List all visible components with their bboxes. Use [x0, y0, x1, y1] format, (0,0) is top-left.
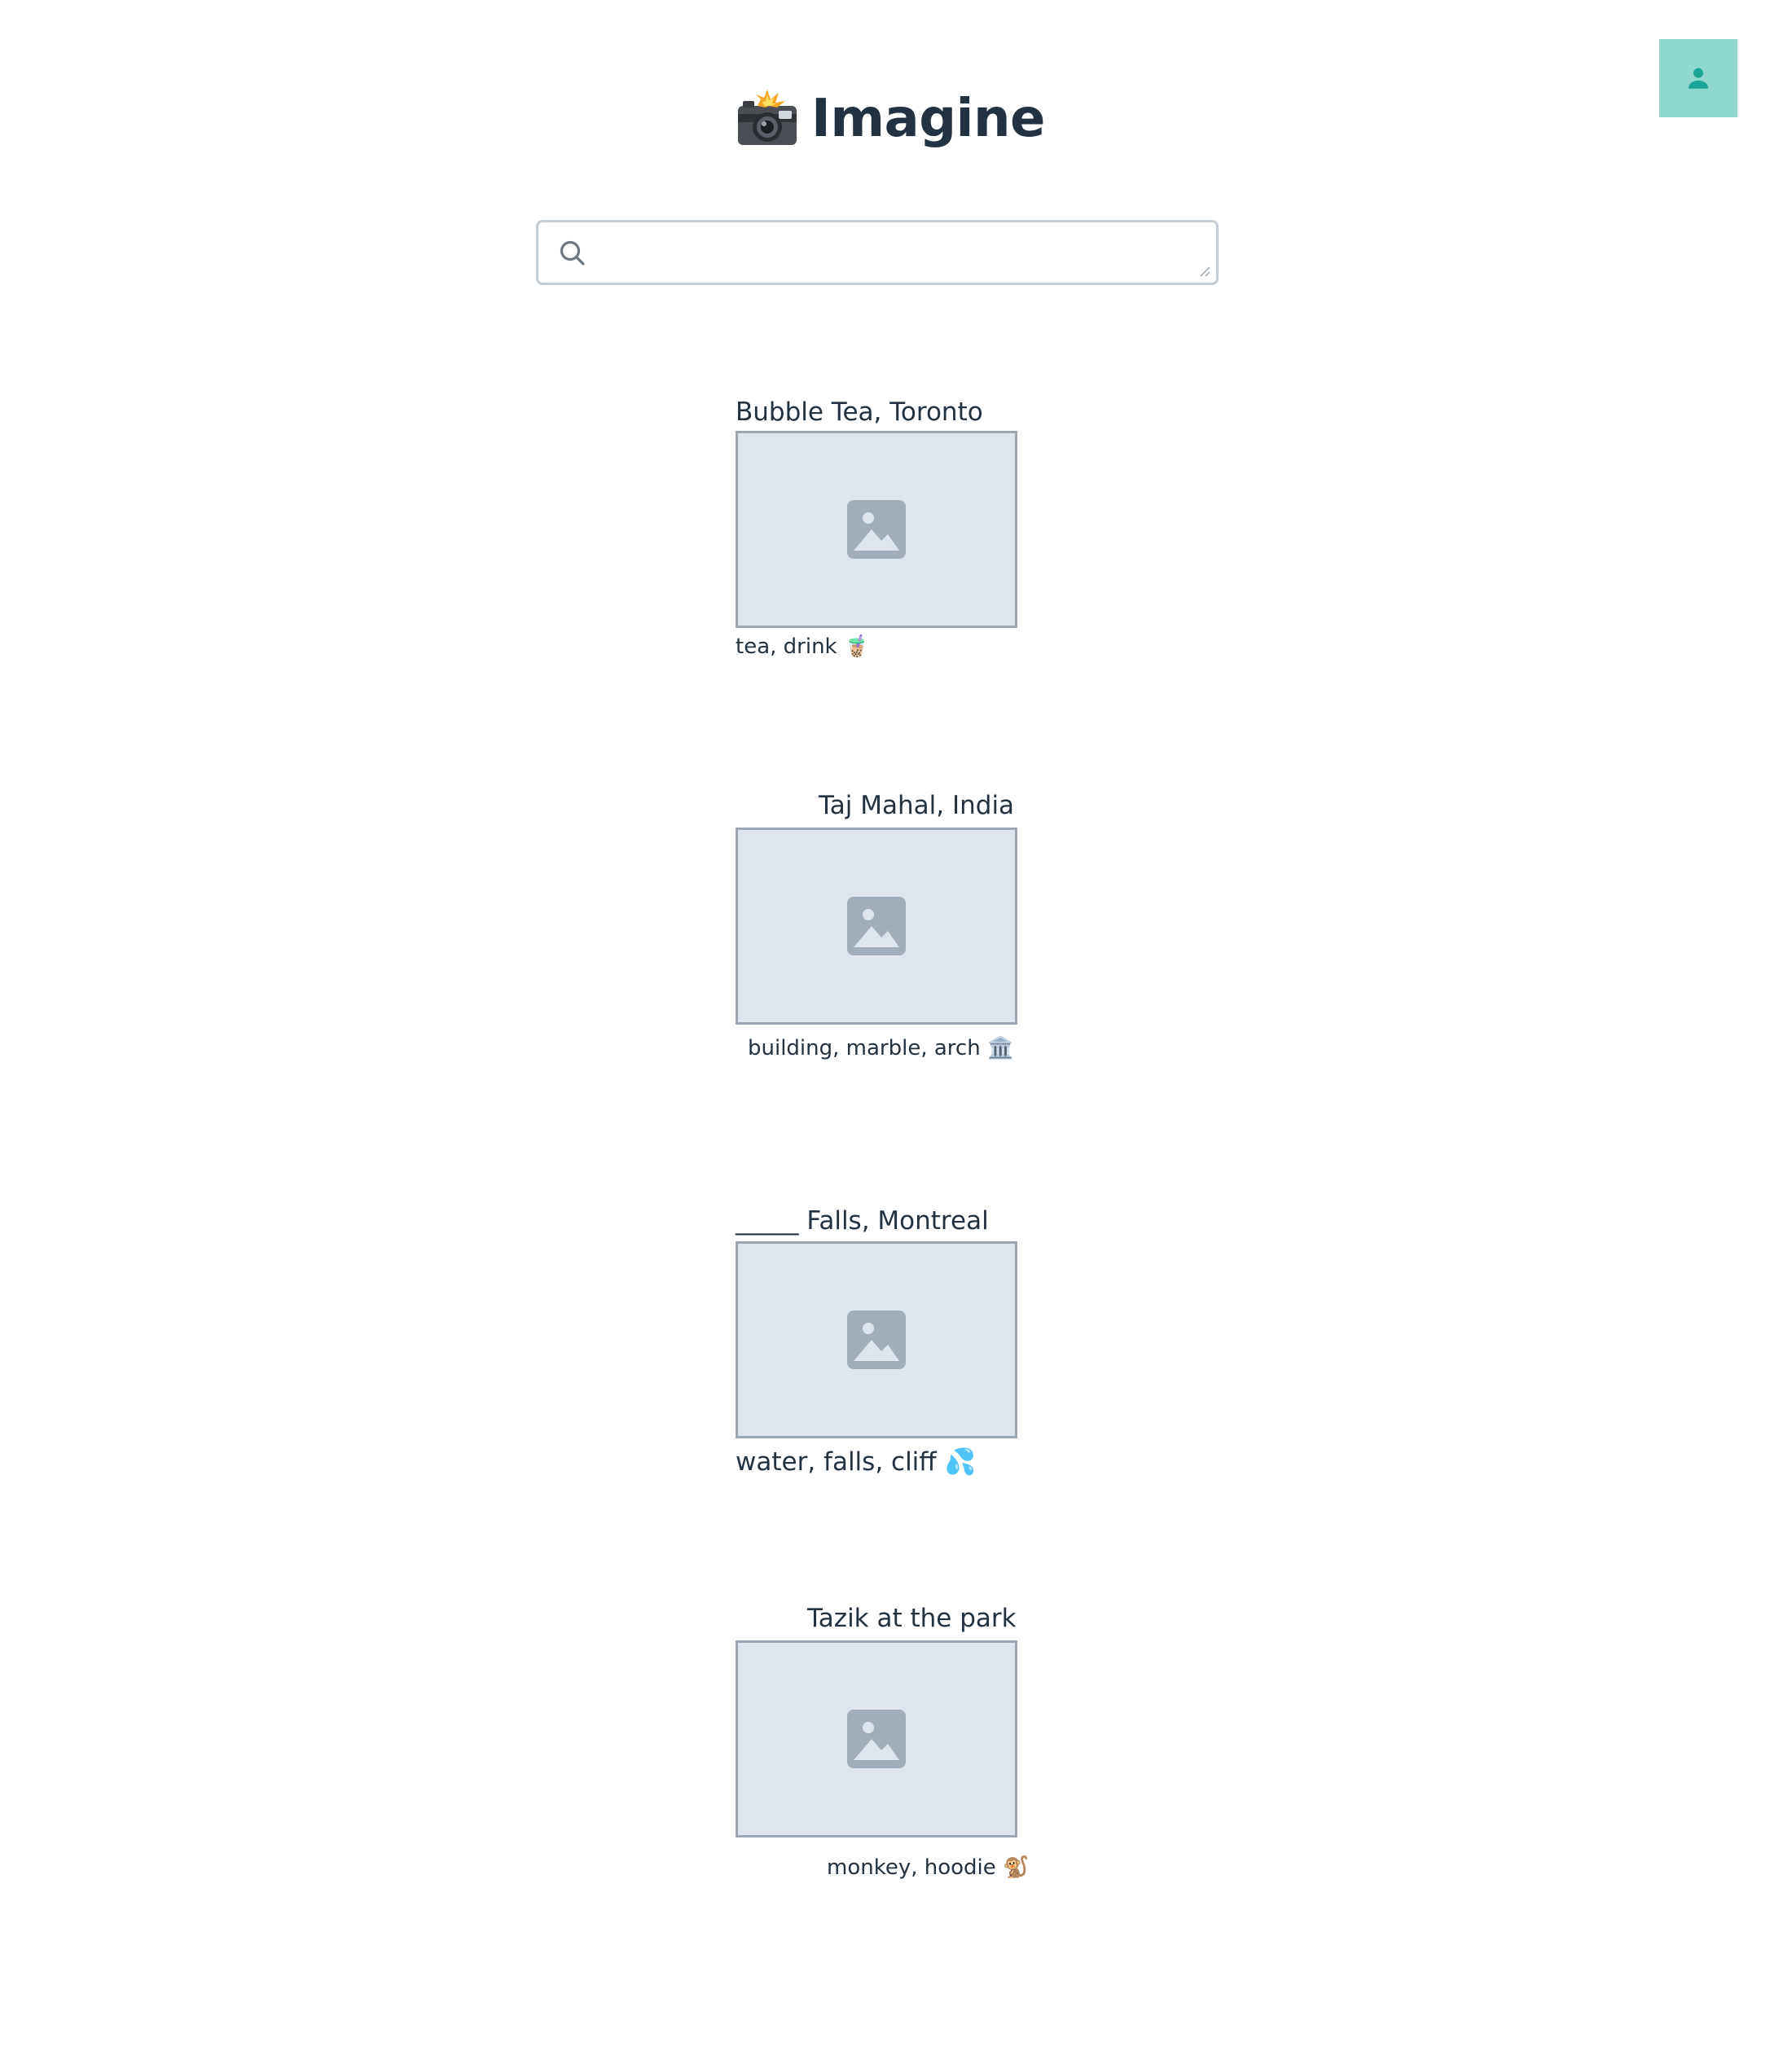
post-title: Bubble Tea, Toronto — [736, 397, 983, 427]
search-input[interactable] — [600, 222, 1171, 281]
post-card[interactable]: Bubble Tea, Toronto tea, drink 🧋 — [736, 395, 1017, 664]
post-image[interactable] — [736, 1241, 1017, 1438]
post-image[interactable] — [736, 1640, 1017, 1837]
page-title: Imagine — [736, 78, 1045, 160]
post-title: Tazik at the park — [807, 1604, 1017, 1633]
image-placeholder-icon — [847, 1311, 906, 1369]
post-tags: water, falls, cliff 💦 — [736, 1447, 977, 1477]
post-tags: monkey, hoodie 🐒 — [827, 1855, 1030, 1880]
post-card[interactable]: Taj Mahal, India building, marble, arch … — [736, 790, 1017, 1067]
user-account-button[interactable] — [1659, 39, 1737, 117]
post-card[interactable]: _____ Falls, Montreal water, falls, clif… — [736, 1204, 1017, 1489]
search-box[interactable] — [536, 220, 1219, 285]
post-card[interactable]: Tazik at the park monkey, hoodie 🐒 — [736, 1601, 1029, 1911]
user-icon — [1688, 68, 1709, 89]
resize-grip-icon[interactable] — [1198, 265, 1211, 278]
image-placeholder-icon — [847, 897, 906, 955]
post-image[interactable] — [736, 431, 1017, 628]
app-title: Imagine — [811, 89, 1045, 149]
image-placeholder-icon — [847, 1710, 906, 1768]
search-icon — [560, 240, 585, 266]
post-image[interactable] — [736, 828, 1017, 1025]
post-tags: tea, drink 🧋 — [736, 634, 871, 659]
post-tags: building, marble, arch 🏛️ — [748, 1036, 1014, 1060]
post-title: _____ Falls, Montreal — [736, 1206, 989, 1236]
camera-flash-icon — [738, 90, 797, 145]
image-placeholder-icon — [847, 500, 906, 559]
post-title: Taj Mahal, India — [819, 791, 1015, 820]
